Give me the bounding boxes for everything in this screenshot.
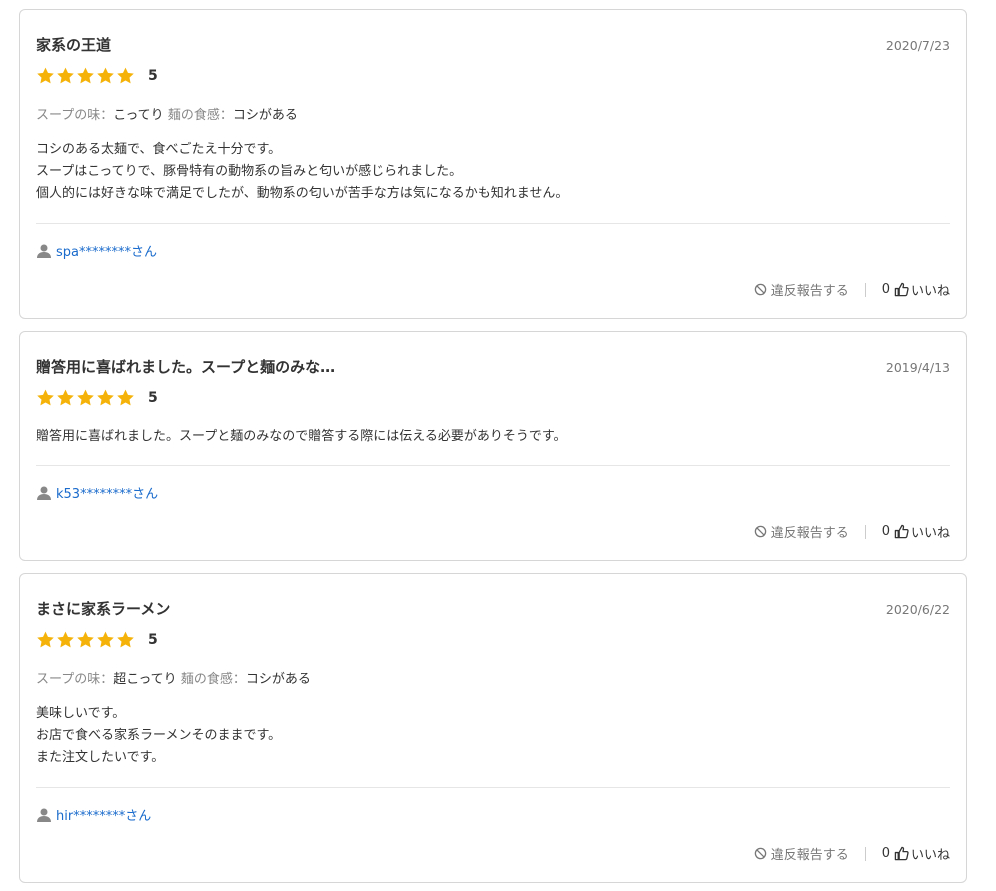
star-icon xyxy=(97,389,114,406)
star-icon xyxy=(57,631,74,648)
review-body-line: 贈答用に喜ばれました。スープと麺のみなので贈答する際には伝える必要がありそうです… xyxy=(36,429,567,444)
like-button[interactable]: 0 いいね xyxy=(882,844,950,863)
reviewer-name-link[interactable]: hir********さん xyxy=(56,805,151,824)
like-count: 0 xyxy=(881,282,890,297)
attr-value: コシがある xyxy=(245,672,311,687)
attr-value: 超こってり xyxy=(113,672,177,687)
report-button[interactable]: 違反報告する xyxy=(754,280,849,299)
divider xyxy=(36,787,950,788)
rating: 5 xyxy=(36,388,158,407)
action-divider xyxy=(864,524,866,539)
star-icon xyxy=(77,67,94,84)
divider xyxy=(36,223,950,224)
thumbs-up-icon xyxy=(894,846,909,861)
star-icon xyxy=(57,389,74,406)
star-icon xyxy=(37,67,54,84)
review-body: 贈答用に喜ばれました。スープと麺のみなので贈答する際には伝える必要がありそうです… xyxy=(36,426,567,448)
like-label: いいね xyxy=(910,284,950,299)
review-body-line: コシのある太麺で、食べごたえ十分です。 xyxy=(36,142,282,157)
like-button[interactable]: 0 いいね xyxy=(882,280,950,299)
review-attributes: スープの味：こってり 麺の食感：コシがある xyxy=(36,104,298,123)
report-button[interactable]: 違反報告する xyxy=(754,844,849,863)
review-title: 贈答用に喜ばれました。スープと麺のみな… xyxy=(36,358,336,376)
review-date: 2020/6/22 xyxy=(885,602,950,617)
attr-value: コシがある xyxy=(232,108,298,123)
rating: 5 xyxy=(36,630,158,649)
review-date: 2020/7/23 xyxy=(885,38,950,53)
prohibit-icon xyxy=(754,283,766,296)
review-card: 贈答用に喜ばれました。スープと麺のみな… 2019/4/13 5 贈答用に喜ばれ… xyxy=(19,331,967,561)
like-count: 0 xyxy=(881,524,890,539)
star-rating xyxy=(36,66,136,85)
star-icon xyxy=(77,389,94,406)
prohibit-icon xyxy=(754,525,766,538)
user-icon xyxy=(37,808,51,822)
report-label: 違反報告する xyxy=(770,526,849,541)
star-icon xyxy=(57,67,74,84)
report-button[interactable]: 違反報告する xyxy=(754,522,849,541)
star-icon xyxy=(117,67,134,84)
like-count: 0 xyxy=(881,846,890,861)
prohibit-icon xyxy=(754,847,766,860)
divider xyxy=(36,465,950,466)
rating-score: 5 xyxy=(148,631,158,648)
like-label: いいね xyxy=(910,526,950,541)
attr-label: 麺の食感： xyxy=(167,108,233,123)
review-title: 家系の王道 xyxy=(36,36,112,54)
star-icon xyxy=(97,631,114,648)
attr-label: スープの味： xyxy=(36,672,114,687)
review-card: 家系の王道 2020/7/23 5 スープの味：こってり 麺の食感：コシがある … xyxy=(19,9,967,319)
star-rating xyxy=(36,630,136,649)
reviewer: spa********さん xyxy=(36,241,157,260)
review-card: まさに家系ラーメン 2020/6/22 5 スープの味：超こってり 麺の食感：コ… xyxy=(19,573,967,883)
attr-value: こってり xyxy=(113,108,164,123)
review-actions: 違反報告する 0 いいね xyxy=(754,844,950,863)
like-button[interactable]: 0 いいね xyxy=(882,522,950,541)
thumbs-up-icon xyxy=(894,524,909,539)
review-date: 2019/4/13 xyxy=(885,360,950,375)
review-body: 美味しいです。 お店で食べる家系ラーメンそのままです。 また注文したいです。 xyxy=(36,703,281,769)
rating: 5 xyxy=(36,66,158,85)
star-icon xyxy=(97,67,114,84)
review-title: まさに家系ラーメン xyxy=(36,600,171,618)
reviewer: k53********さん xyxy=(36,483,158,502)
action-divider xyxy=(864,846,866,861)
user-icon xyxy=(37,486,51,500)
rating-score: 5 xyxy=(148,389,158,406)
like-label: いいね xyxy=(910,848,950,863)
star-rating xyxy=(36,388,136,407)
star-icon xyxy=(77,631,94,648)
reviewer-name-link[interactable]: spa********さん xyxy=(56,241,157,260)
reviewer: hir********さん xyxy=(36,805,151,824)
user-icon xyxy=(37,244,51,258)
review-body-line: 美味しいです。 xyxy=(36,706,126,721)
report-label: 違反報告する xyxy=(770,848,849,863)
rating-score: 5 xyxy=(148,67,158,84)
review-attributes: スープの味：超こってり 麺の食感：コシがある xyxy=(36,668,311,687)
reviewer-name-link[interactable]: k53********さん xyxy=(56,483,158,502)
review-body: コシのある太麺で、食べごたえ十分です。 スープはこってりで、豚骨特有の動物系の旨… xyxy=(36,139,568,205)
review-body-line: 個人的には好きな味で満足でしたが、動物系の匂いが苦手な方は気になるかも知れません… xyxy=(36,186,569,201)
review-body-line: スープはこってりで、豚骨特有の動物系の旨みと匂いが感じられました。 xyxy=(36,164,463,179)
report-label: 違反報告する xyxy=(770,284,849,299)
attr-label: 麺の食感： xyxy=(180,672,246,687)
star-icon xyxy=(37,389,54,406)
review-actions: 違反報告する 0 いいね xyxy=(754,280,950,299)
star-icon xyxy=(117,631,134,648)
action-divider xyxy=(864,282,866,297)
review-actions: 違反報告する 0 いいね xyxy=(754,522,950,541)
star-icon xyxy=(37,631,54,648)
star-icon xyxy=(117,389,134,406)
attr-label: スープの味： xyxy=(36,108,114,123)
review-body-line: お店で食べる家系ラーメンそのままです。 xyxy=(36,728,282,743)
review-body-line: また注文したいです。 xyxy=(36,750,165,765)
thumbs-up-icon xyxy=(894,282,909,297)
